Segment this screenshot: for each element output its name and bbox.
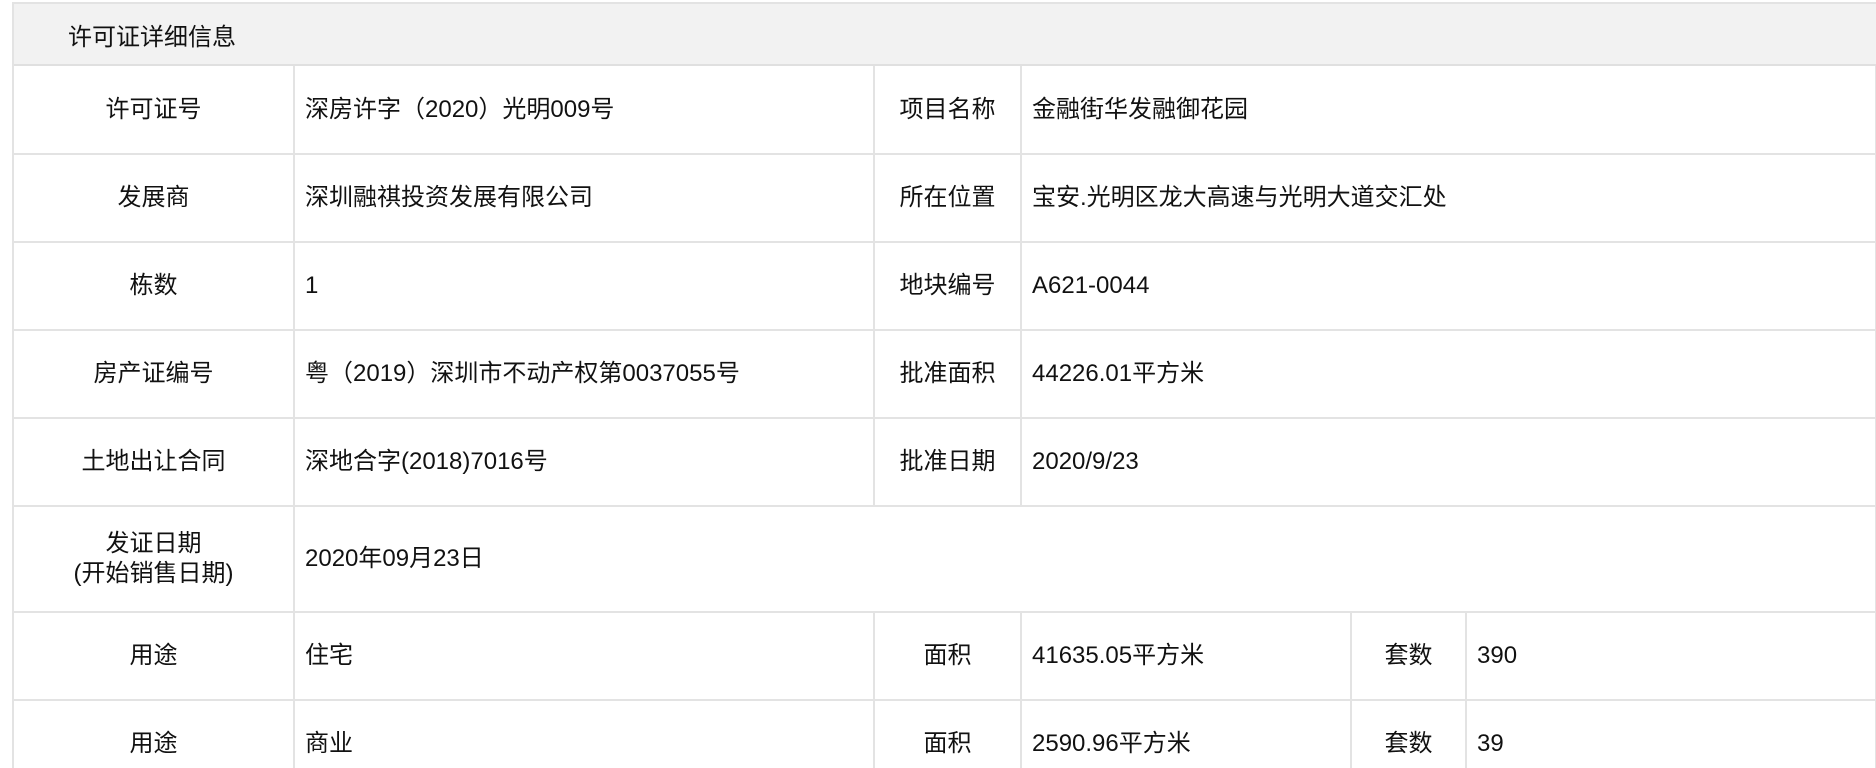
usage-label: 用途 (14, 611, 295, 701)
plot-no-value: A621-0044 (1019, 241, 1876, 331)
panel-title: 许可证详细信息 (68, 23, 236, 51)
table-row: 用途 商业 面积 2590.96平方米 套数 39 (14, 699, 1876, 768)
area-value: 2590.96平方米 (1020, 699, 1352, 768)
buildings-value: 1 (293, 241, 875, 331)
plot-no-label: 地块编号 (873, 241, 1022, 331)
units-label: 套数 (1350, 611, 1467, 701)
units-value: 390 (1464, 611, 1876, 701)
table-row: 发展商 深圳融祺投资发展有限公司 所在位置 宝安.光明区龙大高速与光明大道交汇处 (14, 153, 1876, 243)
developer-label: 发展商 (14, 153, 295, 243)
area-label: 面积 (873, 611, 1022, 701)
units-label: 套数 (1350, 699, 1467, 768)
panel-header: 许可证详细信息 (14, 4, 1876, 66)
license-info-table: 许可证号 深房许字（2020）光明009号 项目名称 金融街华发融御花园 发展商… (14, 66, 1876, 768)
usage-value: 商业 (293, 699, 875, 768)
approved-area-label: 批准面积 (873, 329, 1022, 419)
license-no-value: 深房许字（2020）光明009号 (293, 66, 875, 155)
location-value: 宝安.光明区龙大高速与光明大道交汇处 (1019, 153, 1876, 243)
land-contract-label: 土地出让合同 (14, 417, 295, 507)
approved-date-value: 2020/9/23 (1019, 417, 1876, 507)
license-no-label: 许可证号 (14, 66, 295, 155)
approved-area-value: 44226.01平方米 (1019, 329, 1876, 419)
table-row: 栋数 1 地块编号 A621-0044 (14, 241, 1876, 331)
property-cert-label: 房产证编号 (14, 329, 295, 419)
license-detail-panel: 许可证详细信息 许可证号 深房许字（2020）光明009号 项目名称 金融街华发… (12, 2, 1876, 768)
location-label: 所在位置 (873, 153, 1022, 243)
usage-value: 住宅 (293, 611, 875, 701)
property-cert-value: 粤（2019）深圳市不动产权第0037055号 (293, 329, 875, 419)
buildings-label: 栋数 (14, 241, 295, 331)
land-contract-value: 深地合字(2018)7016号 (293, 417, 875, 507)
table-row: 用途 住宅 面积 41635.05平方米 套数 390 (14, 611, 1876, 701)
issue-date-label-text: 发证日期 (开始销售日期) (74, 529, 234, 589)
table-row: 发证日期 (开始销售日期) 2020年09月23日 (14, 505, 1876, 613)
table-row: 土地出让合同 深地合字(2018)7016号 批准日期 2020/9/23 (14, 417, 1876, 507)
project-name-value: 金融街华发融御花园 (1019, 66, 1876, 155)
issue-date-label-line2: (开始销售日期) (73, 560, 234, 587)
area-label: 面积 (873, 699, 1022, 768)
table-row: 许可证号 深房许字（2020）光明009号 项目名称 金融街华发融御花园 (14, 66, 1876, 155)
issue-date-label: 发证日期 (开始销售日期) (14, 505, 295, 613)
units-value: 39 (1464, 699, 1876, 768)
developer-value: 深圳融祺投资发展有限公司 (293, 153, 875, 243)
usage-label: 用途 (14, 699, 295, 768)
table-row: 房产证编号 粤（2019）深圳市不动产权第0037055号 批准面积 44226… (14, 329, 1876, 419)
area-value: 41635.05平方米 (1020, 611, 1352, 701)
issue-date-label-line1: 发证日期 (105, 530, 202, 557)
approved-date-label: 批准日期 (873, 417, 1022, 507)
issue-date-value: 2020年09月23日 (292, 505, 1876, 613)
project-name-label: 项目名称 (873, 66, 1022, 155)
